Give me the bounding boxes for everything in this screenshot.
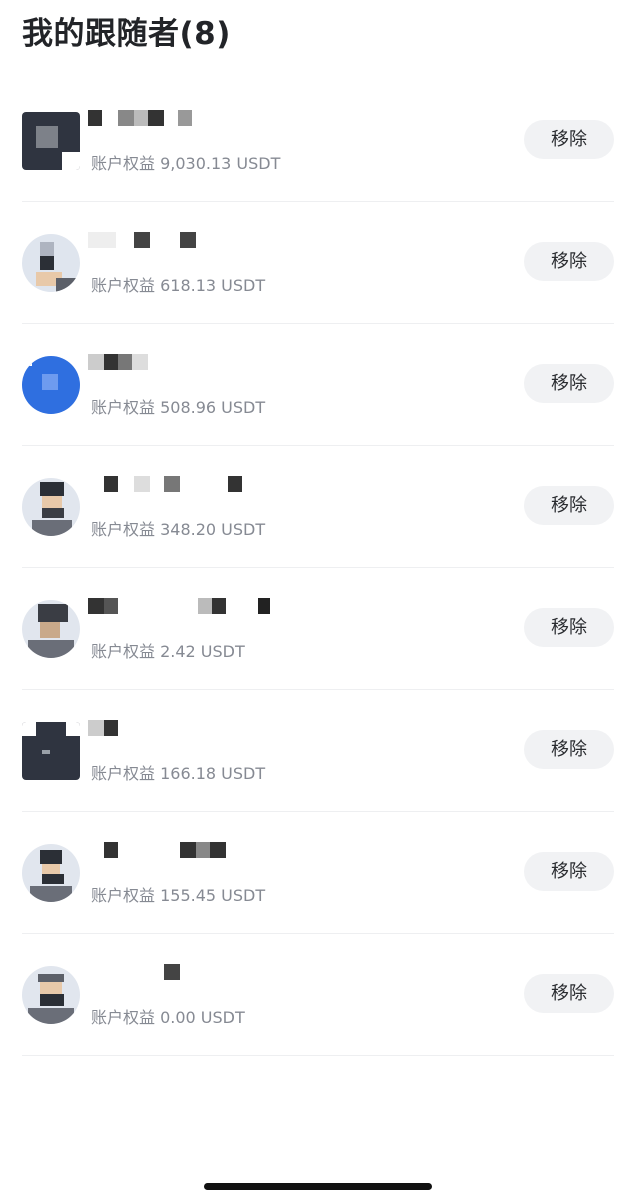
account-equity: 账户权益 9,030.13 USDT [91,154,281,173]
avatar[interactable] [22,112,80,170]
list-item: 账户权益 9,030.13 USDT 移除 [22,80,614,202]
home-indicator[interactable] [204,1183,432,1190]
remove-button[interactable]: 移除 [524,242,614,281]
remove-button[interactable]: 移除 [524,974,614,1013]
list-item: 账户权益 348.20 USDT 移除 [22,446,614,568]
remove-button[interactable]: 移除 [524,120,614,159]
followers-list: 账户权益 9,030.13 USDT 移除 账户权益 618.13 USDT 移… [22,80,614,1056]
list-item: 账户权益 508.96 USDT 移除 [22,324,614,446]
username-blurred [88,110,288,126]
avatar[interactable] [22,844,80,902]
account-equity: 账户权益 155.45 USDT [91,886,266,905]
avatar[interactable] [22,478,80,536]
avatar[interactable] [22,600,80,658]
remove-button[interactable]: 移除 [524,486,614,525]
avatar[interactable] [22,966,80,1024]
account-equity: 账户权益 348.20 USDT [91,520,266,539]
account-equity: 账户权益 508.96 USDT [91,398,266,417]
username-blurred [88,476,288,492]
list-item: 账户权益 0.00 USDT 移除 [22,934,614,1056]
followers-page: 我的跟随者(8) 账户权益 9,030.13 USDT 移除 账户权益 618.… [0,0,636,1200]
list-item: 账户权益 2.42 USDT 移除 [22,568,614,690]
username-blurred [88,842,288,858]
avatar[interactable] [22,356,80,414]
username-blurred [88,964,288,980]
remove-button[interactable]: 移除 [524,364,614,403]
account-equity: 账户权益 2.42 USDT [91,642,245,661]
username-blurred [88,232,288,248]
avatar[interactable] [22,234,80,292]
account-equity: 账户权益 166.18 USDT [91,764,266,783]
list-item: 账户权益 155.45 USDT 移除 [22,812,614,934]
remove-button[interactable]: 移除 [524,608,614,647]
list-item: 账户权益 618.13 USDT 移除 [22,202,614,324]
account-equity: 账户权益 618.13 USDT [91,276,266,295]
username-blurred [88,354,288,370]
remove-button[interactable]: 移除 [524,730,614,769]
username-blurred [88,598,288,614]
avatar[interactable] [22,722,80,780]
remove-button[interactable]: 移除 [524,852,614,891]
page-title: 我的跟随者(8) [22,16,231,52]
account-equity: 账户权益 0.00 USDT [91,1008,245,1027]
username-blurred [88,720,288,736]
list-item: 账户权益 166.18 USDT 移除 [22,690,614,812]
